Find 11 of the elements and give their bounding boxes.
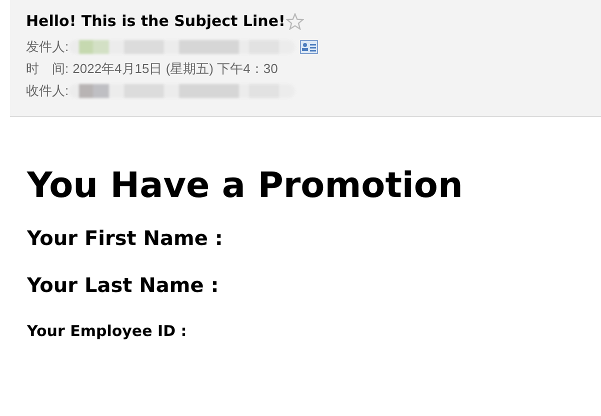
field-label: 时 间: <box>26 60 69 78</box>
promotion-heading: You Have a Promotion <box>27 169 464 204</box>
sent-time: 2022年4月15日 (星期五) 下午4：30 <box>72 60 278 78</box>
star-icon[interactable] <box>286 12 304 30</box>
subject-line: Hello! This is the Subject Line! <box>26 11 286 32</box>
field-label: 收件人: <box>26 82 69 100</box>
form-label: Your Last Name : <box>27 273 220 298</box>
field-label: 发件人: <box>26 38 69 56</box>
form-label: Your First Name : <box>27 226 224 251</box>
contact-card-icon[interactable] <box>300 40 318 54</box>
form-label: Your Employee ID : <box>27 322 188 341</box>
